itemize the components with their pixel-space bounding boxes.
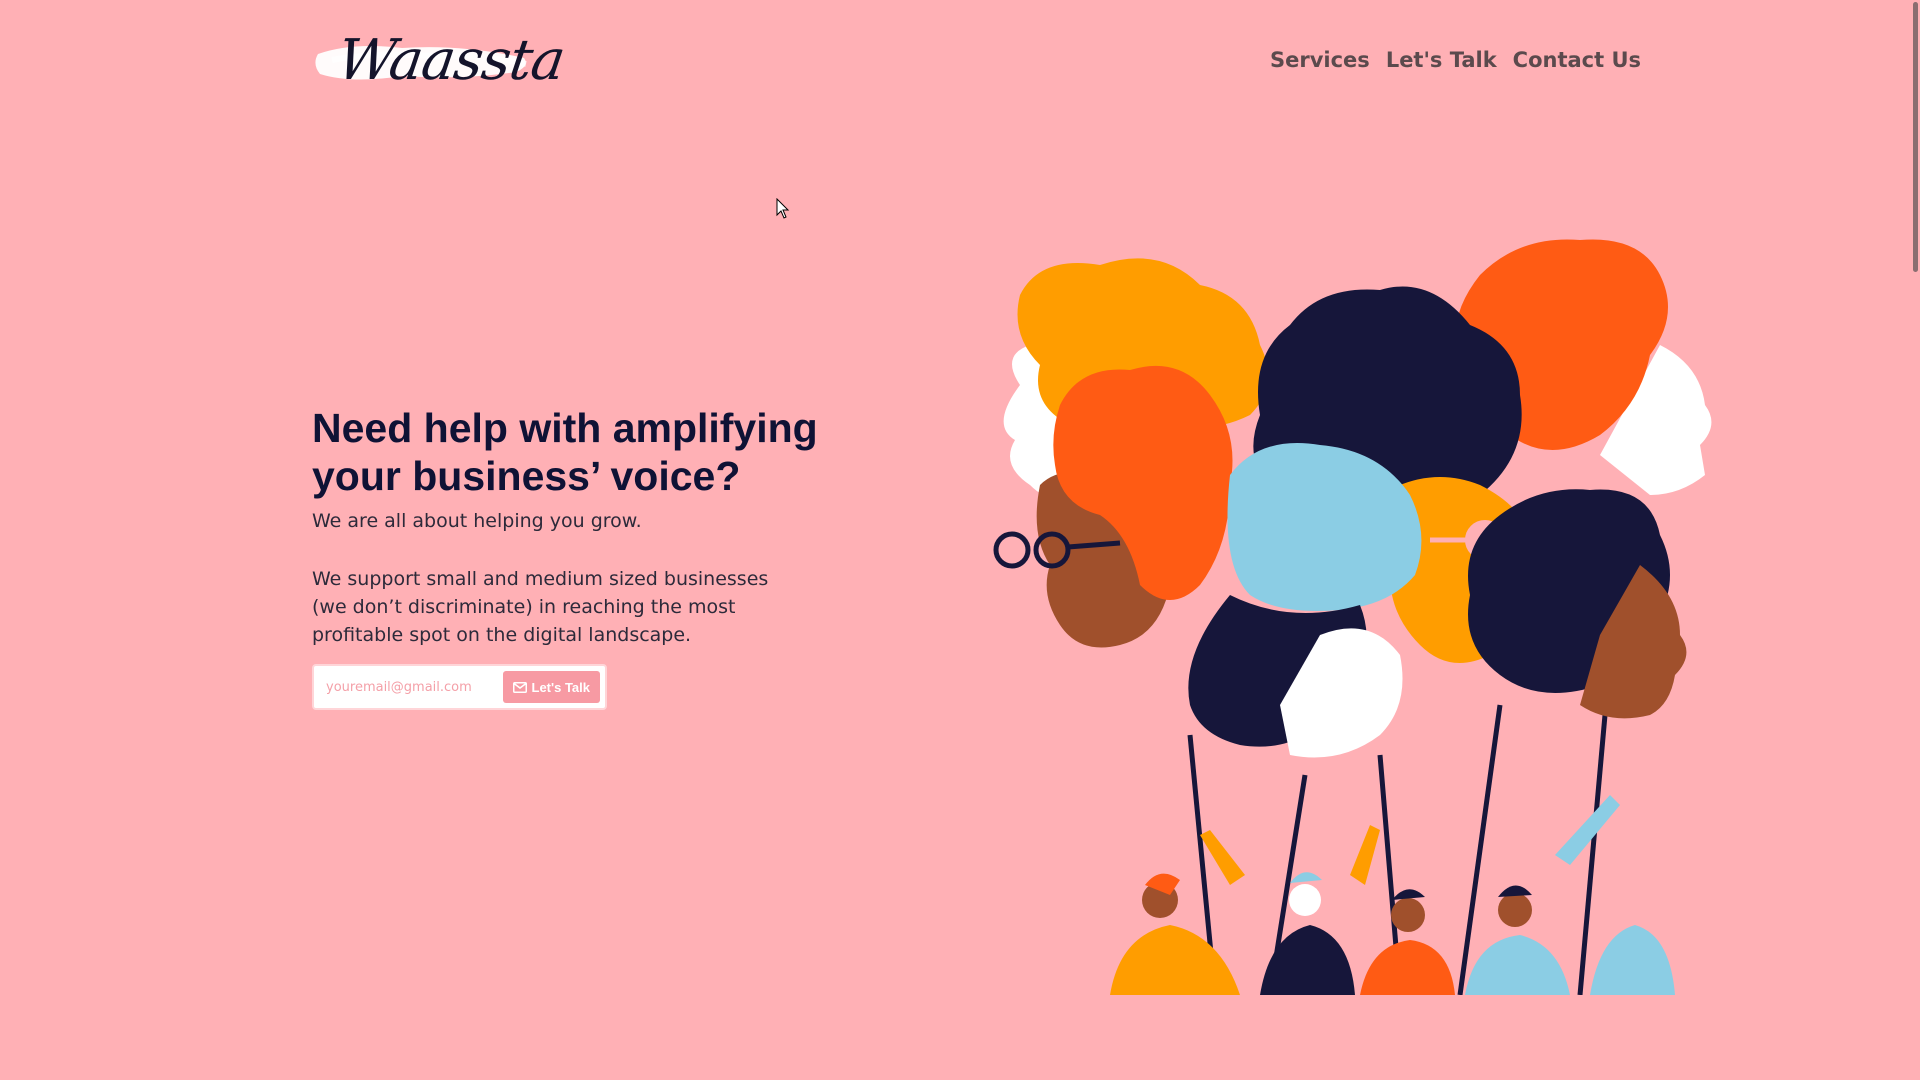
- vertical-scrollbar[interactable]: [1910, 0, 1920, 1080]
- logo[interactable]: Waassta: [312, 14, 568, 114]
- email-input[interactable]: [324, 678, 503, 696]
- diverse-heads-illustration: [993, 239, 1712, 995]
- logo-text: Waassta: [333, 28, 569, 93]
- hero-subtitle: We are all about helping you grow.: [312, 510, 642, 532]
- lets-talk-label: Let's Talk: [531, 679, 590, 695]
- nav-lets-talk[interactable]: Let's Talk: [1386, 48, 1497, 72]
- mail-icon: [512, 681, 527, 693]
- lets-talk-button[interactable]: Let's Talk: [502, 671, 600, 703]
- mouse-cursor-icon: [776, 198, 790, 219]
- main-nav: Services Let's Talk Contact Us: [1270, 48, 1641, 72]
- scrollbar-thumb[interactable]: [1913, 2, 1918, 272]
- nav-contact-us[interactable]: Contact Us: [1513, 48, 1641, 72]
- hero-body: We support small and medium sized busine…: [312, 568, 769, 646]
- nav-services[interactable]: Services: [1270, 48, 1370, 72]
- hero-title: Need help with amplifying your business’…: [312, 405, 818, 499]
- landing-page: Waassta Services Let's Talk Contact Us N…: [0, 0, 1920, 1080]
- email-signup-form: Let's Talk: [312, 664, 607, 710]
